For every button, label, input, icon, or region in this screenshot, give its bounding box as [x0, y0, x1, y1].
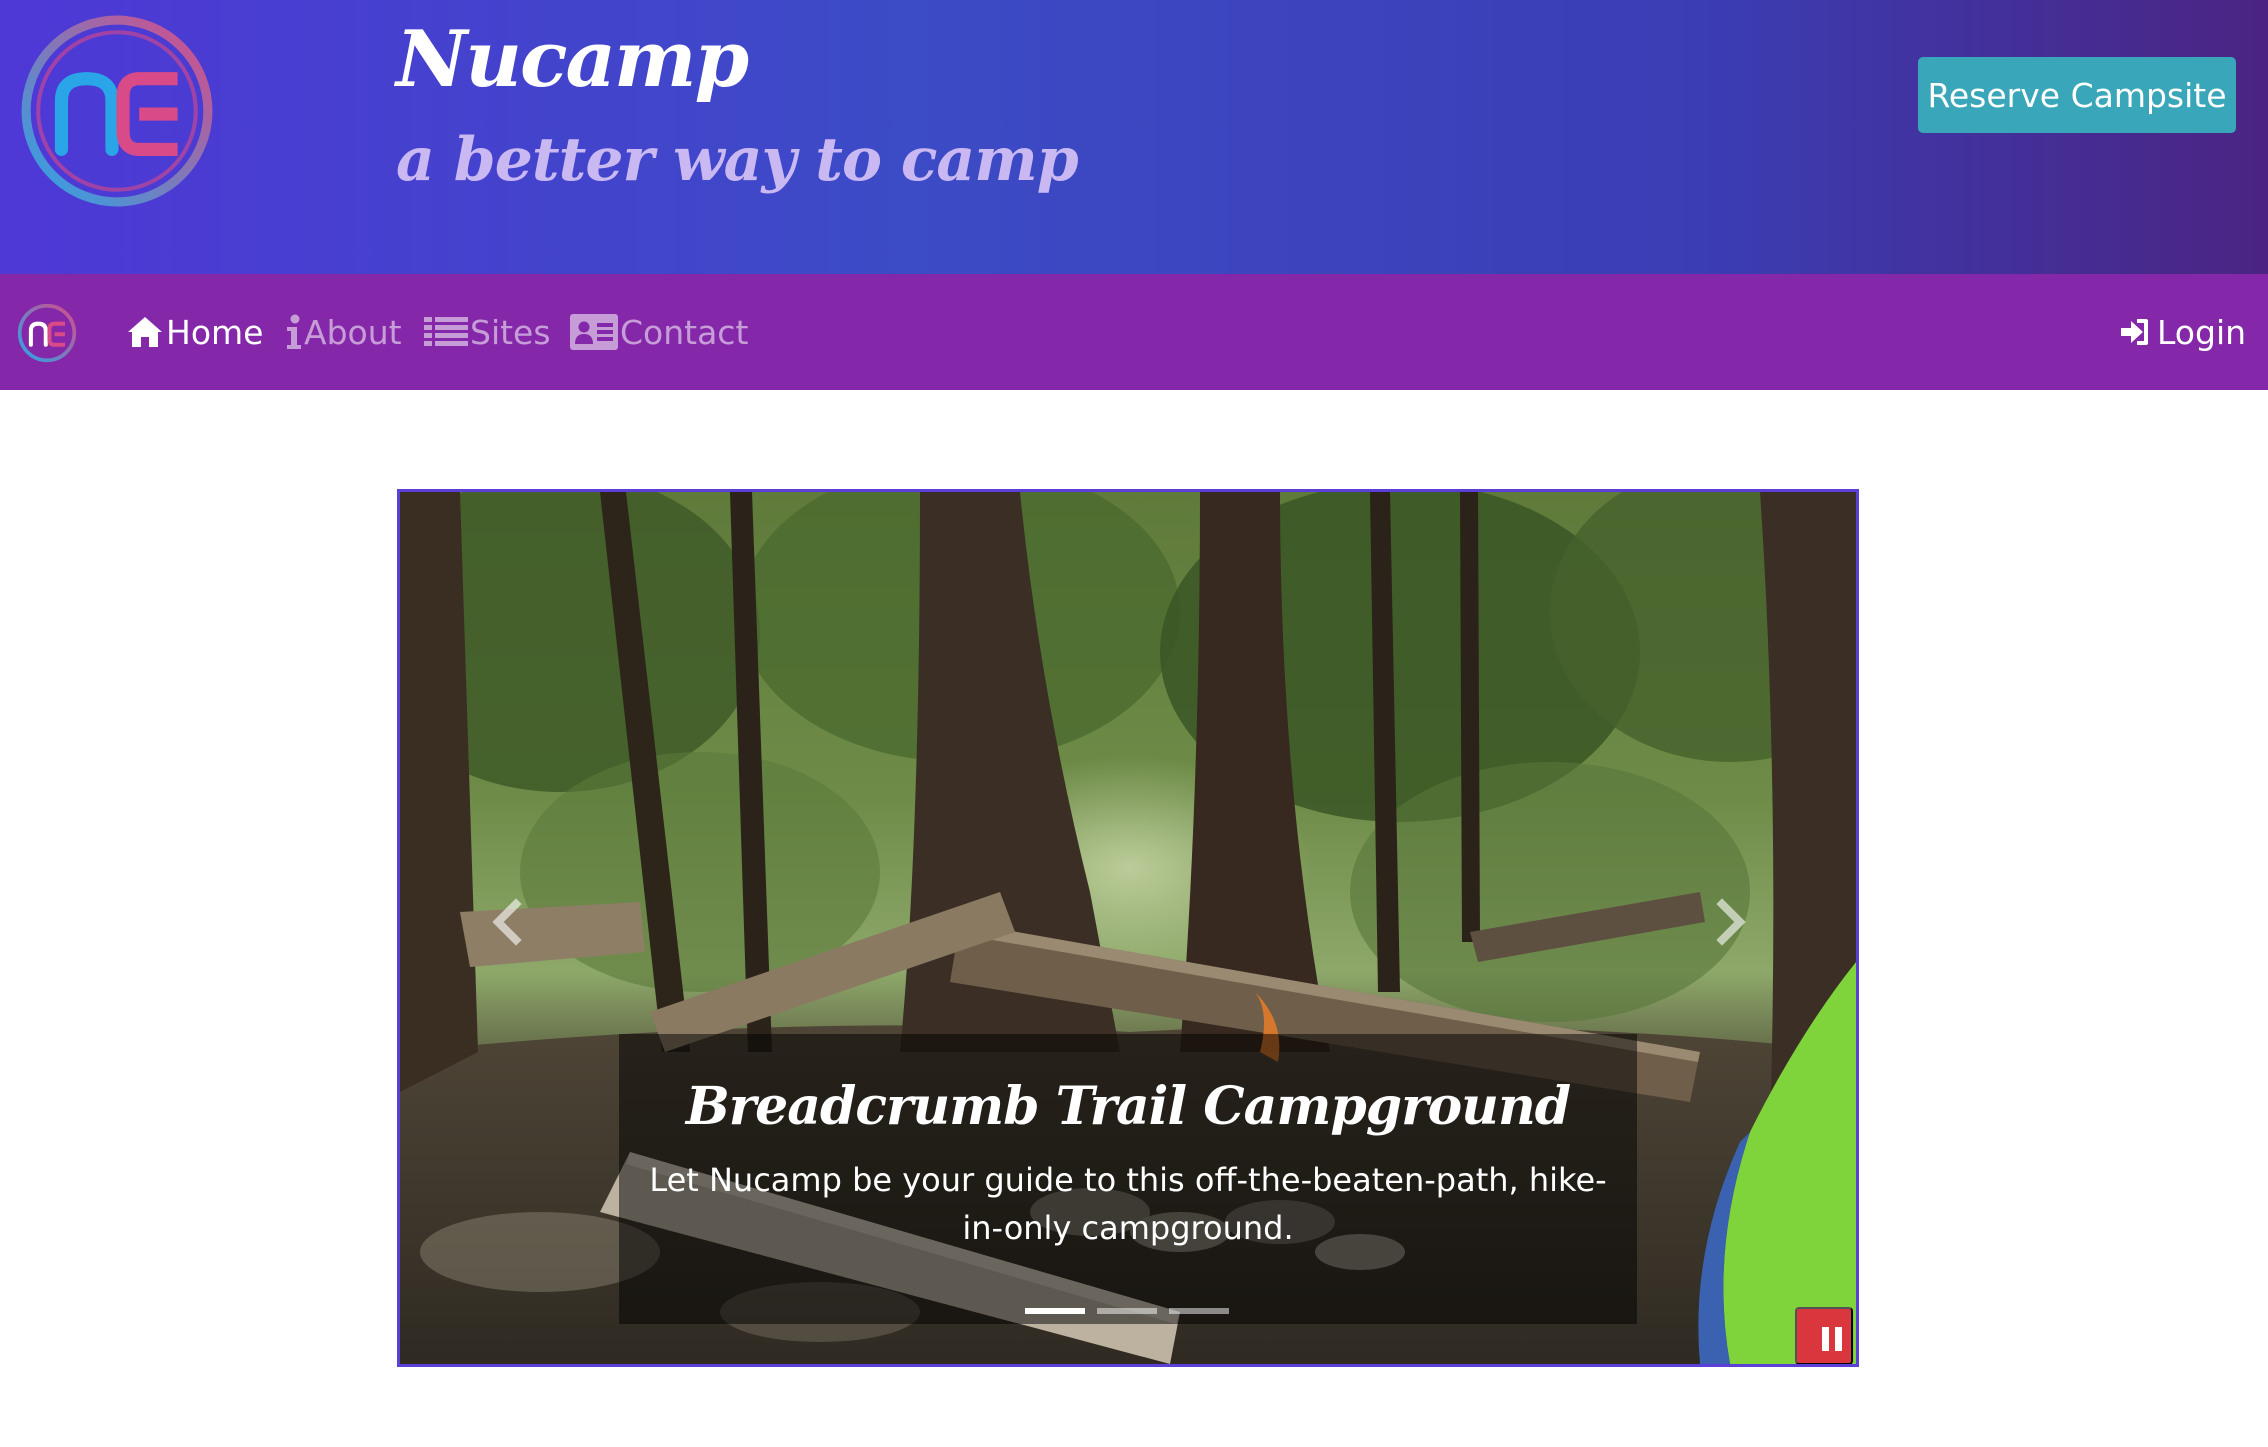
- carousel-indicator[interactable]: [1025, 1308, 1085, 1314]
- carousel-pause-button[interactable]: [1795, 1307, 1853, 1364]
- info-icon: [287, 314, 301, 349]
- reserve-campsite-button[interactable]: Reserve Campsite: [1918, 57, 2236, 133]
- login-link[interactable]: Login: [2119, 304, 2246, 360]
- login-label: Login: [2157, 312, 2247, 352]
- nav-home-link[interactable]: Home: [126, 304, 263, 360]
- nav-about-label: About: [304, 312, 402, 352]
- jumbotron-header: Nucamp a better way to camp Reserve Camp…: [0, 0, 2268, 274]
- carousel-indicators: [1025, 1308, 1229, 1316]
- carousel-indicator[interactable]: [1169, 1308, 1229, 1314]
- chevron-left-icon: [492, 898, 522, 946]
- carousel-next-control[interactable]: [1700, 892, 1760, 952]
- slide-title: Breadcrumb Trail Campground: [685, 1076, 1571, 1137]
- nucamp-logo: [21, 15, 213, 207]
- carousel-caption: Breadcrumb Trail Campground Let Nucamp b…: [619, 1034, 1637, 1324]
- list-icon: [424, 317, 468, 346]
- chevron-right-icon: [1716, 898, 1746, 946]
- site-title: Nucamp: [396, 14, 749, 105]
- carousel-indicator[interactable]: [1097, 1308, 1157, 1314]
- nav-contact-label: Contact: [620, 312, 749, 352]
- site-tagline: a better way to camp: [396, 125, 1079, 195]
- campsite-carousel: Breadcrumb Trail Campground Let Nucamp b…: [397, 489, 1859, 1367]
- carousel-prev-control[interactable]: [478, 892, 538, 952]
- nav-home-label: Home: [166, 312, 264, 352]
- nav-contact-link[interactable]: Contact: [570, 304, 748, 360]
- nav-sites-label: Sites: [470, 312, 551, 352]
- pause-icon: [1822, 1327, 1842, 1351]
- nav-sites-link[interactable]: Sites: [424, 304, 551, 360]
- main-navbar: Home About Sites Contact Login: [0, 274, 2268, 390]
- sign-in-icon: [2121, 319, 2148, 345]
- home-icon: [128, 317, 162, 347]
- navbar-logo-icon[interactable]: [16, 302, 78, 364]
- slide-description: Let Nucamp be your guide to this off-the…: [649, 1161, 1607, 1247]
- nav-about-link[interactable]: About: [286, 304, 402, 360]
- address-card-icon: [570, 314, 618, 350]
